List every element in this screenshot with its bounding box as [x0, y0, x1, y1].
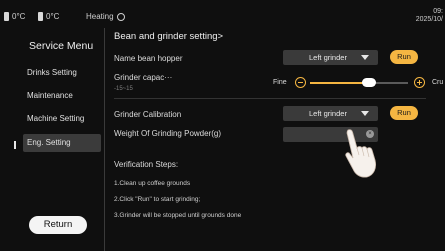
pointing-hand-icon — [345, 129, 376, 178]
crude-label: Cru — [432, 79, 444, 86]
sidebar-item-machine-setting[interactable]: Machine Setting — [23, 110, 101, 128]
clock: 09: 2025/10/ — [416, 8, 443, 24]
verification-title: Verification Steps: — [114, 160, 179, 169]
tank2-temp: 0°C — [46, 12, 60, 21]
bean-hopper-select[interactable]: Left grinder — [283, 50, 378, 65]
bean-hopper-value: Left grinder — [309, 53, 347, 62]
time-text: 09: — [433, 8, 443, 15]
tank2-status: 0°C — [38, 12, 59, 21]
verification-step: 2.Click "Run" to start grinding; — [114, 196, 201, 203]
verification-step: 3.Grinder will be stopped until grounds … — [114, 212, 242, 219]
sidebar-item-drinks-setting[interactable]: Drinks Setting — [23, 64, 101, 82]
divider — [114, 98, 426, 99]
slider-knob[interactable] — [361, 78, 376, 87]
status-bar: 0°C 0°C Heating 09: 2025/10/ — [0, 0, 445, 28]
grinder-calibration-select[interactable]: Left grinder — [283, 106, 378, 121]
sidebar-item-maintenance[interactable]: Maintenance — [23, 87, 101, 105]
active-marker — [14, 141, 16, 149]
minus-icon[interactable] — [295, 77, 306, 88]
return-button[interactable]: Return — [29, 216, 87, 234]
app-screen: 0°C 0°C Heating 09: 2025/10/ Service Men… — [0, 0, 445, 251]
heating-status: Heating — [86, 12, 125, 21]
grinder-calibration-value: Left grinder — [309, 109, 347, 118]
page-title: Bean and grinder setting> — [114, 31, 224, 42]
verification-step: 1.Clean up coffee grounds — [114, 180, 191, 187]
heating-label: Heating — [86, 12, 114, 21]
tank-icon — [38, 12, 43, 21]
tank1-temp: 0°C — [12, 12, 26, 21]
date-text: 2025/10/ — [415, 16, 443, 23]
tank-icon — [4, 12, 9, 21]
chevron-down-icon — [361, 111, 369, 116]
grinder-capacity-slider[interactable] — [310, 78, 408, 87]
sidebar-item-eng-setting[interactable]: Eng. Setting — [23, 134, 101, 152]
main-panel: Bean and grinder setting> Name bean hopp… — [105, 28, 445, 251]
heating-icon — [116, 12, 125, 21]
slider-fill — [310, 82, 369, 84]
grinder-calibration-run-button[interactable]: Run — [390, 106, 418, 120]
grinder-capacity-label: Grinder capac··· — [114, 73, 173, 82]
bean-hopper-run-button[interactable]: Run — [390, 50, 418, 64]
grinder-calibration-label: Grinder Calibration — [114, 110, 182, 119]
grinder-capacity-range: -15~15 — [114, 86, 133, 92]
plus-icon[interactable] — [414, 77, 425, 88]
sidebar-title: Service Menu — [29, 40, 94, 52]
chevron-down-icon — [361, 55, 369, 60]
bean-hopper-label: Name bean hopper — [114, 54, 183, 63]
weight-label: Weight Of Grinding Powder(g) — [114, 129, 222, 138]
fine-label: Fine — [273, 79, 287, 86]
tank1-status: 0°C — [4, 12, 25, 21]
